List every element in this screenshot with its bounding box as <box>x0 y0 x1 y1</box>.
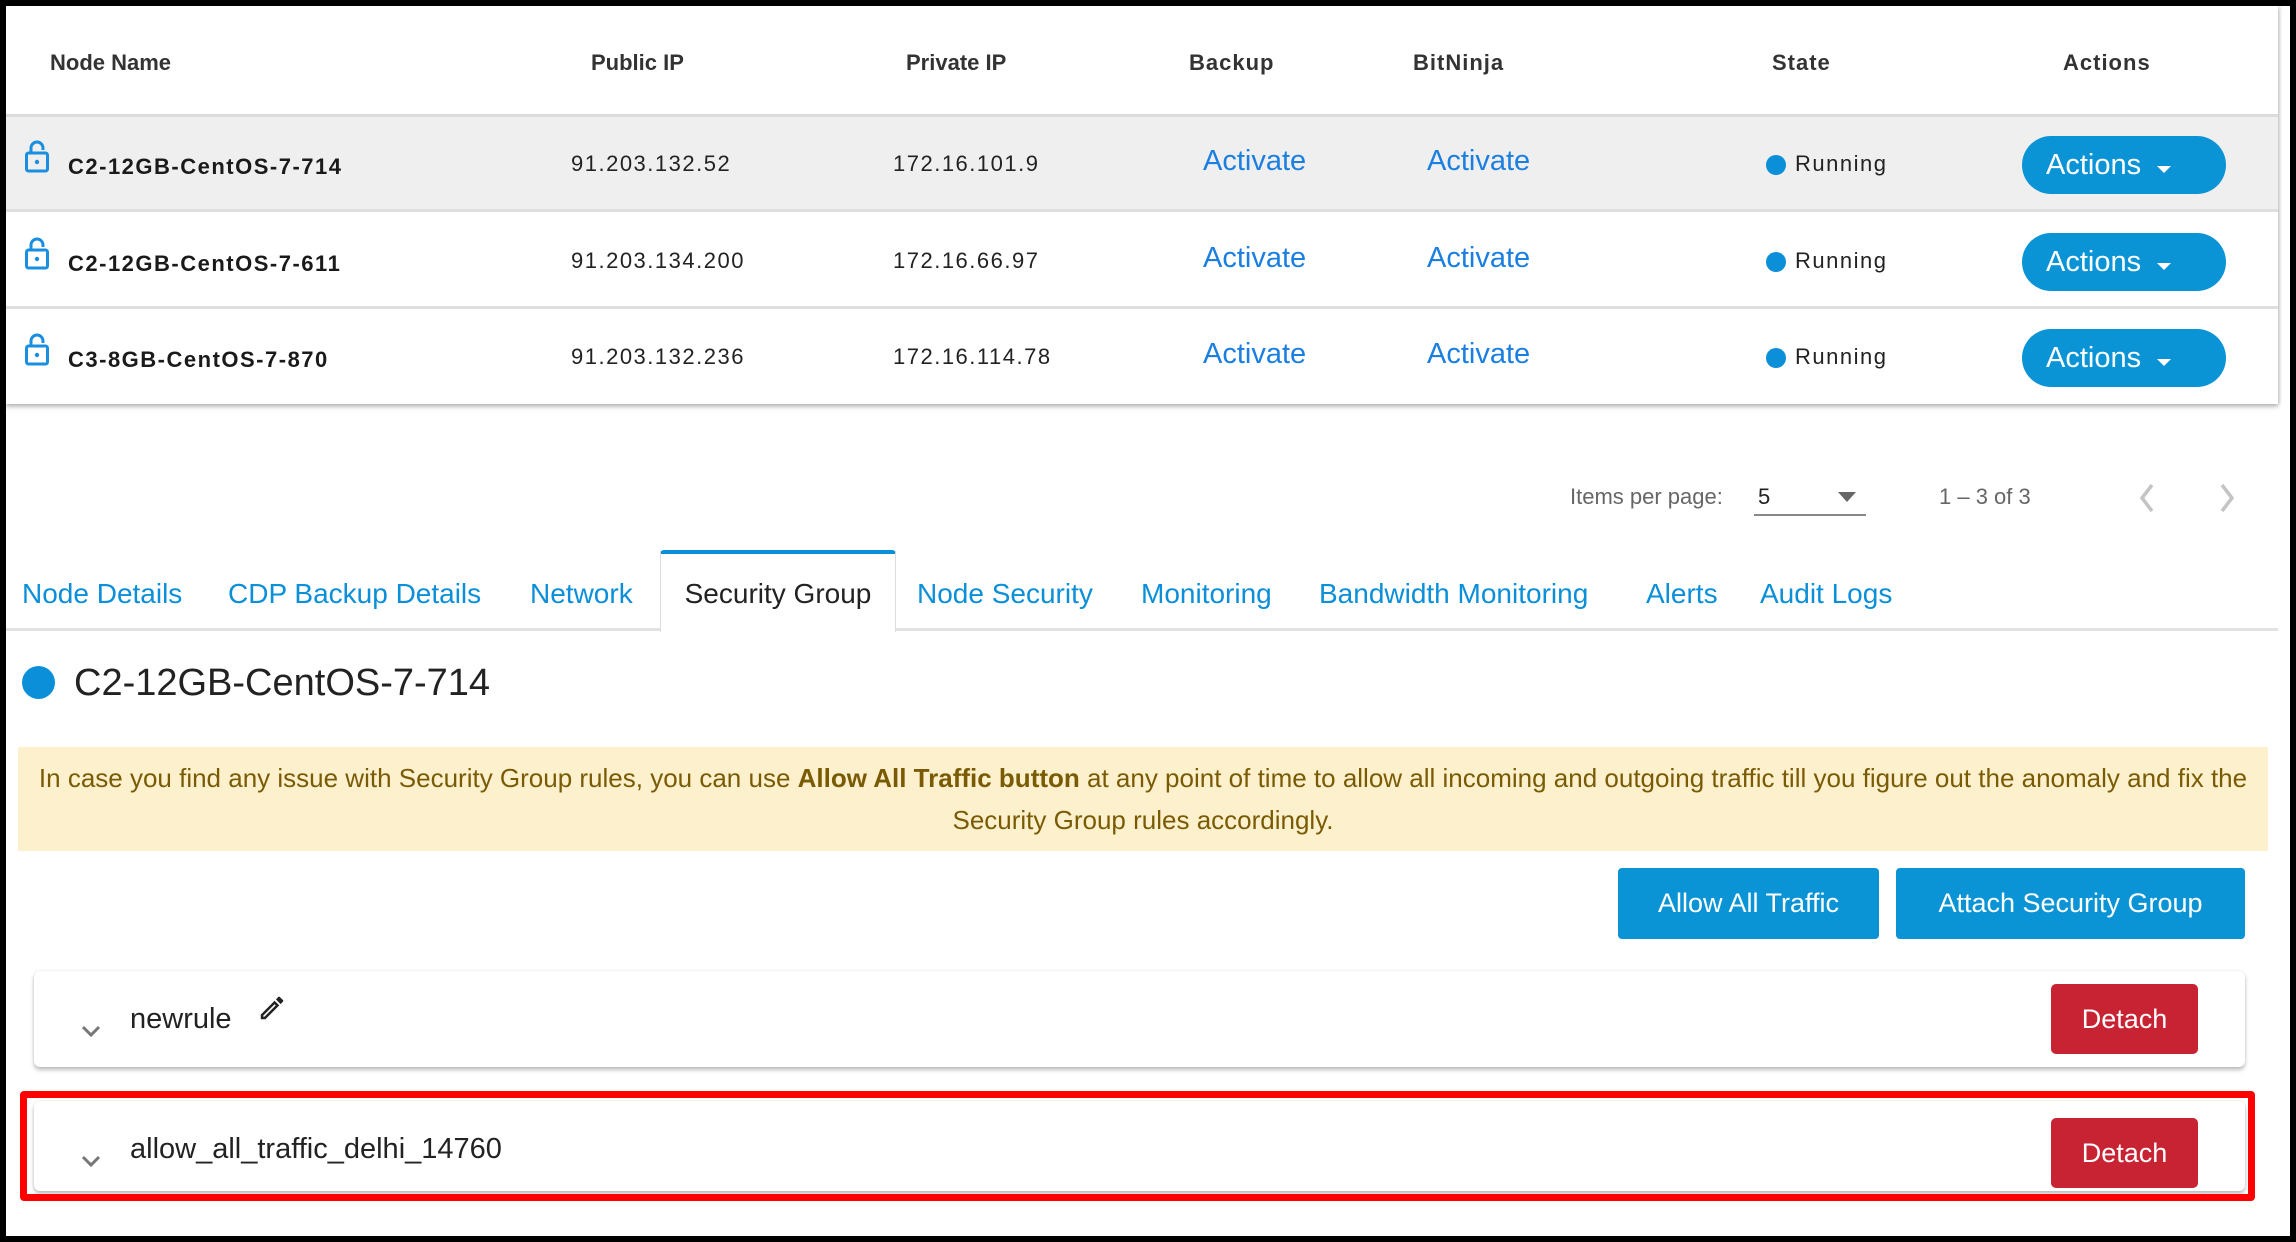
header-node-name: Node Name <box>50 50 172 75</box>
attach-security-group-button[interactable]: Attach Security Group <box>1896 868 2245 939</box>
public-ip: 91.203.132.52 <box>571 151 732 176</box>
running-status-dot <box>1766 252 1786 272</box>
node-status-dot <box>22 666 55 699</box>
bitninja-activate-link[interactable]: Activate <box>1427 338 1530 371</box>
caret-down-icon <box>2157 262 2172 270</box>
header-public-ip: Public IP <box>591 50 684 75</box>
detach-button[interactable]: Detach <box>2051 1118 2198 1188</box>
security-group-warning: In case you find any issue with Security… <box>18 747 2268 851</box>
unlock-icon <box>25 333 49 366</box>
actions-dropdown-button[interactable]: Actions <box>2022 233 2226 291</box>
bitninja-activate-link[interactable]: Activate <box>1427 242 1530 275</box>
header-state: State <box>1772 50 1831 75</box>
pagination-range: 1 – 3 of 3 <box>1939 484 2031 509</box>
backup-activate-link[interactable]: Activate <box>1203 242 1306 275</box>
header-backup: Backup <box>1189 50 1275 75</box>
running-status-dot <box>1766 155 1786 175</box>
private-ip: 172.16.101.9 <box>893 151 1040 176</box>
actions-label: Actions <box>2046 148 2142 181</box>
node-title: C2-12GB-CentOS-7-714 <box>74 662 491 704</box>
node-name[interactable]: C3-8GB-CentOS-7-870 <box>68 347 329 373</box>
actions-label: Actions <box>2046 245 2142 278</box>
table-row[interactable]: C2-12GB-CentOS-7-714 91.203.132.52 172.1… <box>6 117 2278 212</box>
private-ip: 172.16.114.78 <box>893 344 1052 369</box>
items-per-page-label: Items per page: <box>1570 484 1723 509</box>
bitninja-activate-link[interactable]: Activate <box>1427 145 1530 178</box>
table-row[interactable]: C3-8GB-CentOS-7-870 91.203.132.236 172.1… <box>6 310 2278 405</box>
tab-security-group[interactable]: Security Group <box>660 550 896 632</box>
node-name[interactable]: C2-12GB-CentOS-7-611 <box>68 251 341 277</box>
next-page-button[interactable] <box>2212 480 2242 516</box>
previous-page-button[interactable] <box>2132 480 2162 516</box>
tab-cdp-backup-details[interactable]: CDP Backup Details <box>228 578 481 610</box>
detail-tabs: Node Details CDP Backup Details Network … <box>6 550 2278 632</box>
actions-dropdown-button[interactable]: Actions <box>2022 329 2226 387</box>
backup-activate-link[interactable]: Activate <box>1203 338 1306 371</box>
actions-dropdown-button[interactable]: Actions <box>2022 136 2226 194</box>
state-text: Running <box>1795 248 1888 273</box>
header-bitninja: BitNinja <box>1413 50 1505 75</box>
tab-node-security[interactable]: Node Security <box>917 578 1093 610</box>
table-row[interactable]: C2-12GB-CentOS-7-611 91.203.134.200 172.… <box>6 214 2278 309</box>
tab-bandwidth-monitoring[interactable]: Bandwidth Monitoring <box>1319 578 1588 610</box>
tab-monitoring[interactable]: Monitoring <box>1141 578 1272 610</box>
actions-label: Actions <box>2046 341 2142 374</box>
allow-all-traffic-button[interactable]: Allow All Traffic <box>1618 868 1879 939</box>
chevron-down-icon[interactable] <box>80 1023 102 1039</box>
header-private-ip: Private IP <box>906 50 1007 75</box>
dropdown-arrow-icon <box>1838 492 1856 502</box>
private-ip: 172.16.66.97 <box>893 248 1040 273</box>
chevron-down-icon[interactable] <box>80 1153 102 1169</box>
running-status-dot <box>1766 348 1786 368</box>
node-name[interactable]: C2-12GB-CentOS-7-714 <box>68 154 343 180</box>
security-group-name: allow_all_traffic_delhi_14760 <box>130 1133 502 1165</box>
page: Node Name Public IP Private IP Backup Bi… <box>6 6 2290 1236</box>
tab-node-details[interactable]: Node Details <box>22 578 182 610</box>
alert-text-suffix: at any point of time to allow all incomi… <box>952 763 2248 835</box>
unlock-icon <box>25 140 49 173</box>
state-text: Running <box>1795 151 1888 176</box>
items-per-page-select[interactable]: 5 <box>1754 476 1866 516</box>
security-group-card[interactable]: newrule Detach <box>34 971 2245 1067</box>
edit-pencil-icon[interactable] <box>257 993 287 1023</box>
public-ip: 91.203.132.236 <box>571 344 745 369</box>
detach-button[interactable]: Detach <box>2051 984 2198 1054</box>
backup-activate-link[interactable]: Activate <box>1203 145 1306 178</box>
caret-down-icon <box>2157 165 2172 173</box>
public-ip: 91.203.134.200 <box>571 248 745 273</box>
security-group-name: newrule <box>130 1003 232 1035</box>
items-per-page-value: 5 <box>1758 484 1771 509</box>
caret-down-icon <box>2157 358 2172 366</box>
header-actions: Actions <box>2063 50 2151 75</box>
unlock-icon <box>25 237 49 270</box>
alert-text-bold: Allow All Traffic button <box>797 763 1080 793</box>
tab-audit-logs[interactable]: Audit Logs <box>1760 578 1892 610</box>
tab-alerts[interactable]: Alerts <box>1646 578 1718 610</box>
alert-text-prefix: In case you find any issue with Security… <box>38 763 798 793</box>
tab-network[interactable]: Network <box>530 578 633 610</box>
table-header: Node Name Public IP Private IP Backup Bi… <box>6 6 2278 117</box>
state-text: Running <box>1795 344 1888 369</box>
security-group-card[interactable]: allow_all_traffic_delhi_14760 Detach <box>34 1101 2245 1191</box>
nodes-table: Node Name Public IP Private IP Backup Bi… <box>6 6 2278 404</box>
